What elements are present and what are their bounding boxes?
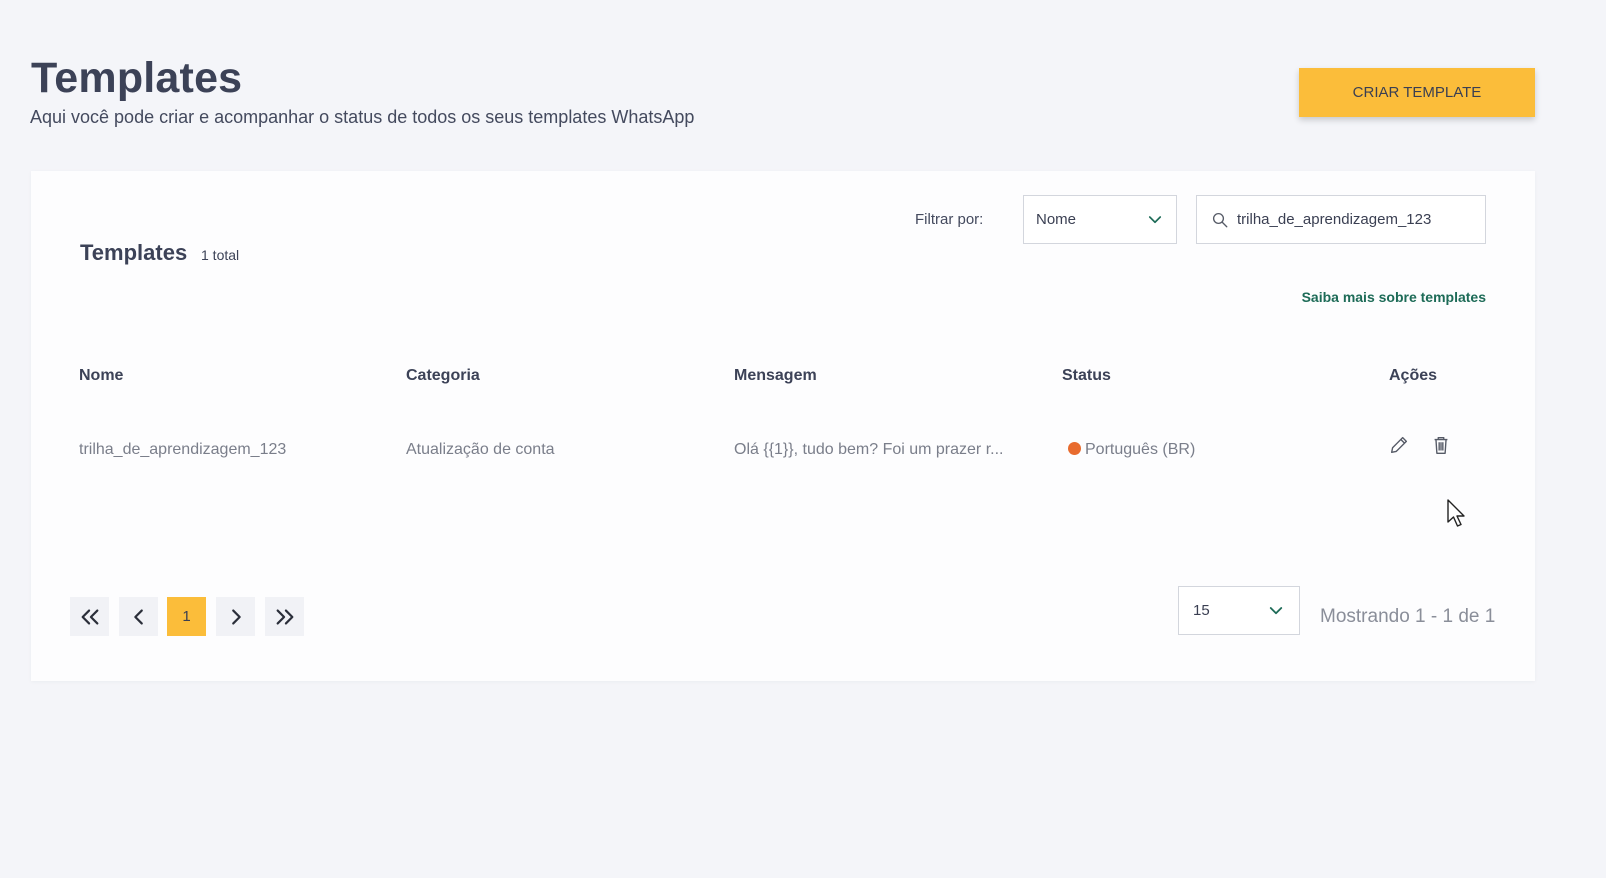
templates-card: Templates 1 total Filtrar por: Nome Saib… bbox=[31, 171, 1535, 681]
double-chevron-left-icon bbox=[81, 608, 98, 625]
column-header-mensagem: Mensagem bbox=[734, 367, 817, 384]
create-template-button[interactable]: CRIAR TEMPLATE bbox=[1299, 68, 1535, 117]
chevron-right-icon bbox=[231, 608, 241, 625]
pagination-summary: Mostrando 1 - 1 de 1 bbox=[1320, 606, 1496, 627]
filter-label: Filtrar por: bbox=[915, 211, 984, 228]
chevron-left-icon bbox=[133, 608, 143, 625]
page-subtitle: Aqui você pode criar e acompanhar o stat… bbox=[30, 107, 695, 127]
page-title: Templates bbox=[31, 54, 243, 102]
search-icon bbox=[1212, 212, 1228, 227]
search-input[interactable] bbox=[1237, 211, 1471, 228]
previous-page-button[interactable] bbox=[119, 597, 158, 636]
next-page-button[interactable] bbox=[216, 597, 255, 636]
column-header-categoria: Categoria bbox=[406, 367, 480, 384]
templates-page: Templates Aqui você pode criar e acompan… bbox=[0, 0, 1606, 878]
double-chevron-right-icon bbox=[276, 608, 293, 625]
status-dot bbox=[1068, 442, 1081, 455]
trash-icon[interactable] bbox=[1430, 434, 1452, 456]
page-1-button[interactable]: 1 bbox=[167, 597, 206, 636]
page-size-value: 15 bbox=[1193, 602, 1210, 619]
learn-more-templates-link[interactable]: Saiba mais sobre templates bbox=[1293, 289, 1486, 305]
templates-count: 1 total bbox=[201, 247, 240, 263]
row-nome: trilha_de_aprendizagem_123 bbox=[79, 441, 287, 458]
filter-select[interactable]: Nome bbox=[1023, 195, 1177, 244]
chevron-down-icon bbox=[1148, 215, 1162, 223]
filter-select-value: Nome bbox=[1036, 211, 1077, 228]
search-box bbox=[1196, 195, 1486, 244]
first-page-button[interactable] bbox=[70, 597, 109, 636]
page-size-select[interactable]: 15 bbox=[1178, 586, 1300, 635]
column-header-nome: Nome bbox=[79, 367, 124, 384]
column-header-status: Status bbox=[1062, 367, 1111, 384]
row-status-label: Português (BR) bbox=[1085, 441, 1196, 458]
pencil-icon[interactable] bbox=[1388, 434, 1410, 456]
row-categoria: Atualização de conta bbox=[406, 441, 555, 458]
column-header-acoes: Ações bbox=[1389, 367, 1438, 384]
card-title: Templates bbox=[80, 240, 188, 265]
last-page-button[interactable] bbox=[265, 597, 304, 636]
chevron-down-icon bbox=[1269, 606, 1283, 614]
row-mensagem: Olá {{1}}, tudo bem? Foi um prazer r... bbox=[734, 441, 1004, 458]
mouse-cursor-icon bbox=[1447, 499, 1465, 527]
row-status: Português (BR) bbox=[1068, 441, 1195, 459]
